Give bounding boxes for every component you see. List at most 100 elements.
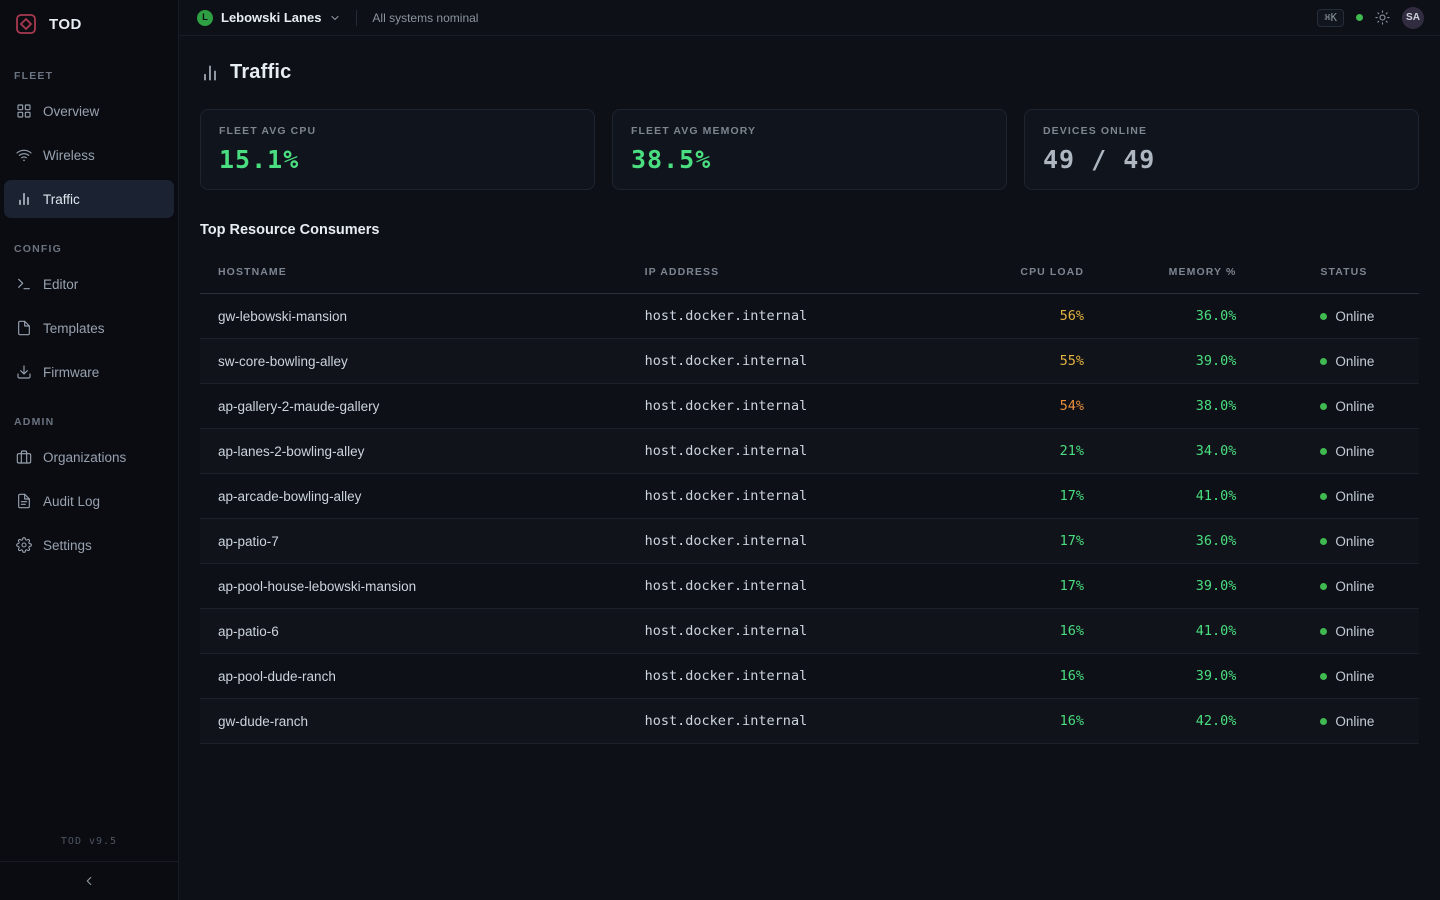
- online-dot-icon: [1320, 493, 1327, 500]
- status-text: Online: [1335, 579, 1374, 594]
- table-row[interactable]: sw-core-bowling-alleyhost.docker.interna…: [200, 339, 1419, 384]
- memory-cell: 36.0%: [1102, 294, 1254, 339]
- sidebar-item-organizations[interactable]: Organizations: [4, 438, 174, 476]
- ip-address-cell: host.docker.internal: [627, 699, 968, 744]
- online-dot-icon: [1320, 718, 1327, 725]
- cpu-load-cell: 16%: [968, 699, 1102, 744]
- gear-icon: [16, 537, 32, 553]
- connection-status-dot: [1356, 14, 1363, 21]
- memory-cell: 36.0%: [1102, 519, 1254, 564]
- sidebar-item-firmware[interactable]: Firmware: [4, 353, 174, 391]
- status-cell: Online: [1254, 654, 1419, 699]
- org-switcher[interactable]: L Lebowski Lanes: [197, 10, 341, 26]
- app-version: TOD v9.5: [0, 836, 178, 847]
- ip-address-cell: host.docker.internal: [627, 384, 968, 429]
- sidebar-item-label: Overview: [43, 104, 99, 119]
- table-row[interactable]: ap-pool-house-lebowski-mansionhost.docke…: [200, 564, 1419, 609]
- consumers-table: HOSTNAME IP ADDRESS CPU LOAD MEMORY % ST…: [200, 251, 1419, 744]
- sidebar-collapse-button[interactable]: [0, 861, 178, 900]
- consumers-table-body: gw-lebowski-mansionhost.docker.internal5…: [200, 294, 1419, 744]
- table-row[interactable]: ap-gallery-2-maude-galleryhost.docker.in…: [200, 384, 1419, 429]
- memory-cell: 39.0%: [1102, 339, 1254, 384]
- app-brand: TOD: [49, 16, 82, 33]
- topbar: L Lebowski Lanes All systems nominal ⌘K …: [179, 0, 1440, 36]
- table-row[interactable]: gw-dude-ranchhost.docker.internal16%42.0…: [200, 699, 1419, 744]
- online-dot-icon: [1320, 628, 1327, 635]
- stat-label: FLEET AVG CPU: [219, 125, 576, 137]
- sidebar-item-label: Traffic: [43, 192, 80, 207]
- status-text: Online: [1335, 714, 1374, 729]
- table-row[interactable]: ap-patio-6host.docker.internal16%41.0%On…: [200, 609, 1419, 654]
- theme-toggle-button[interactable]: [1375, 10, 1390, 25]
- sidebar-item-overview[interactable]: Overview: [4, 92, 174, 130]
- sun-icon: [1375, 10, 1390, 25]
- hostname-cell: ap-lanes-2-bowling-alley: [200, 429, 627, 474]
- online-dot-icon: [1320, 448, 1327, 455]
- stat-value: 38.5%: [631, 145, 988, 174]
- hostname-cell: ap-patio-7: [200, 519, 627, 564]
- ip-address-cell: host.docker.internal: [627, 294, 968, 339]
- briefcase-icon: [16, 449, 32, 465]
- table-row[interactable]: ap-patio-7host.docker.internal17%36.0%On…: [200, 519, 1419, 564]
- org-avatar: L: [197, 10, 213, 26]
- status-cell: Online: [1254, 429, 1419, 474]
- command-palette-shortcut[interactable]: ⌘K: [1317, 9, 1344, 27]
- app-logo-icon: [13, 11, 39, 37]
- status-text: Online: [1335, 399, 1374, 414]
- status-text: Online: [1335, 354, 1374, 369]
- sidebar-item-label: Wireless: [43, 148, 95, 163]
- wifi-icon: [16, 147, 32, 163]
- status-text: Online: [1335, 309, 1374, 324]
- app-logo-row: TOD: [0, 0, 178, 48]
- status-text: Online: [1335, 444, 1374, 459]
- hostname-cell: gw-lebowski-mansion: [200, 294, 627, 339]
- hostname-cell: ap-pool-house-lebowski-mansion: [200, 564, 627, 609]
- memory-cell: 39.0%: [1102, 564, 1254, 609]
- online-dot-icon: [1320, 358, 1327, 365]
- cpu-load-cell: 54%: [968, 384, 1102, 429]
- status-cell: Online: [1254, 519, 1419, 564]
- ip-address-cell: host.docker.internal: [627, 564, 968, 609]
- sidebar-item-audit-log[interactable]: Audit Log: [4, 482, 174, 520]
- cpu-load-cell: 55%: [968, 339, 1102, 384]
- page-title: Traffic: [230, 61, 291, 84]
- hostname-cell: ap-patio-6: [200, 609, 627, 654]
- cpu-load-cell: 21%: [968, 429, 1102, 474]
- page-title-bar-chart-icon: [200, 63, 220, 83]
- page-content: Traffic FLEET AVG CPU15.1%FLEET AVG MEMO…: [179, 36, 1440, 900]
- sidebar-item-editor[interactable]: Editor: [4, 265, 174, 303]
- table-row[interactable]: gw-lebowski-mansionhost.docker.internal5…: [200, 294, 1419, 339]
- terminal-icon: [16, 276, 32, 292]
- cpu-load-cell: 56%: [968, 294, 1102, 339]
- hostname-cell: ap-arcade-bowling-alley: [200, 474, 627, 519]
- sidebar-item-templates[interactable]: Templates: [4, 309, 174, 347]
- col-header-hostname: HOSTNAME: [200, 251, 627, 294]
- status-cell: Online: [1254, 564, 1419, 609]
- online-dot-icon: [1320, 403, 1327, 410]
- memory-cell: 38.0%: [1102, 384, 1254, 429]
- status-cell: Online: [1254, 294, 1419, 339]
- org-name: Lebowski Lanes: [221, 10, 321, 25]
- status-text: Online: [1335, 669, 1374, 684]
- chevron-down-icon: [329, 12, 341, 24]
- sidebar: TOD FLEET Overview Wireless Traffic CONF…: [0, 0, 179, 900]
- table-row[interactable]: ap-lanes-2-bowling-alleyhost.docker.inte…: [200, 429, 1419, 474]
- col-header-cpu-load: CPU LOAD: [968, 251, 1102, 294]
- memory-cell: 39.0%: [1102, 654, 1254, 699]
- sidebar-item-traffic[interactable]: Traffic: [4, 180, 174, 218]
- table-row[interactable]: ap-pool-dude-ranchhost.docker.internal16…: [200, 654, 1419, 699]
- ip-address-cell: host.docker.internal: [627, 654, 968, 699]
- hostname-cell: sw-core-bowling-alley: [200, 339, 627, 384]
- user-avatar[interactable]: SA: [1402, 7, 1424, 29]
- nav-section-config: CONFIG: [14, 243, 164, 255]
- ip-address-cell: host.docker.internal: [627, 519, 968, 564]
- main-area: L Lebowski Lanes All systems nominal ⌘K …: [179, 0, 1440, 900]
- ip-address-cell: host.docker.internal: [627, 474, 968, 519]
- consumers-table-title: Top Resource Consumers: [200, 222, 1419, 238]
- status-text: Online: [1335, 624, 1374, 639]
- file-icon: [16, 320, 32, 336]
- table-row[interactable]: ap-arcade-bowling-alleyhost.docker.inter…: [200, 474, 1419, 519]
- sidebar-item-settings[interactable]: Settings: [4, 526, 174, 564]
- table-header-row: HOSTNAME IP ADDRESS CPU LOAD MEMORY % ST…: [200, 251, 1419, 294]
- sidebar-item-wireless[interactable]: Wireless: [4, 136, 174, 174]
